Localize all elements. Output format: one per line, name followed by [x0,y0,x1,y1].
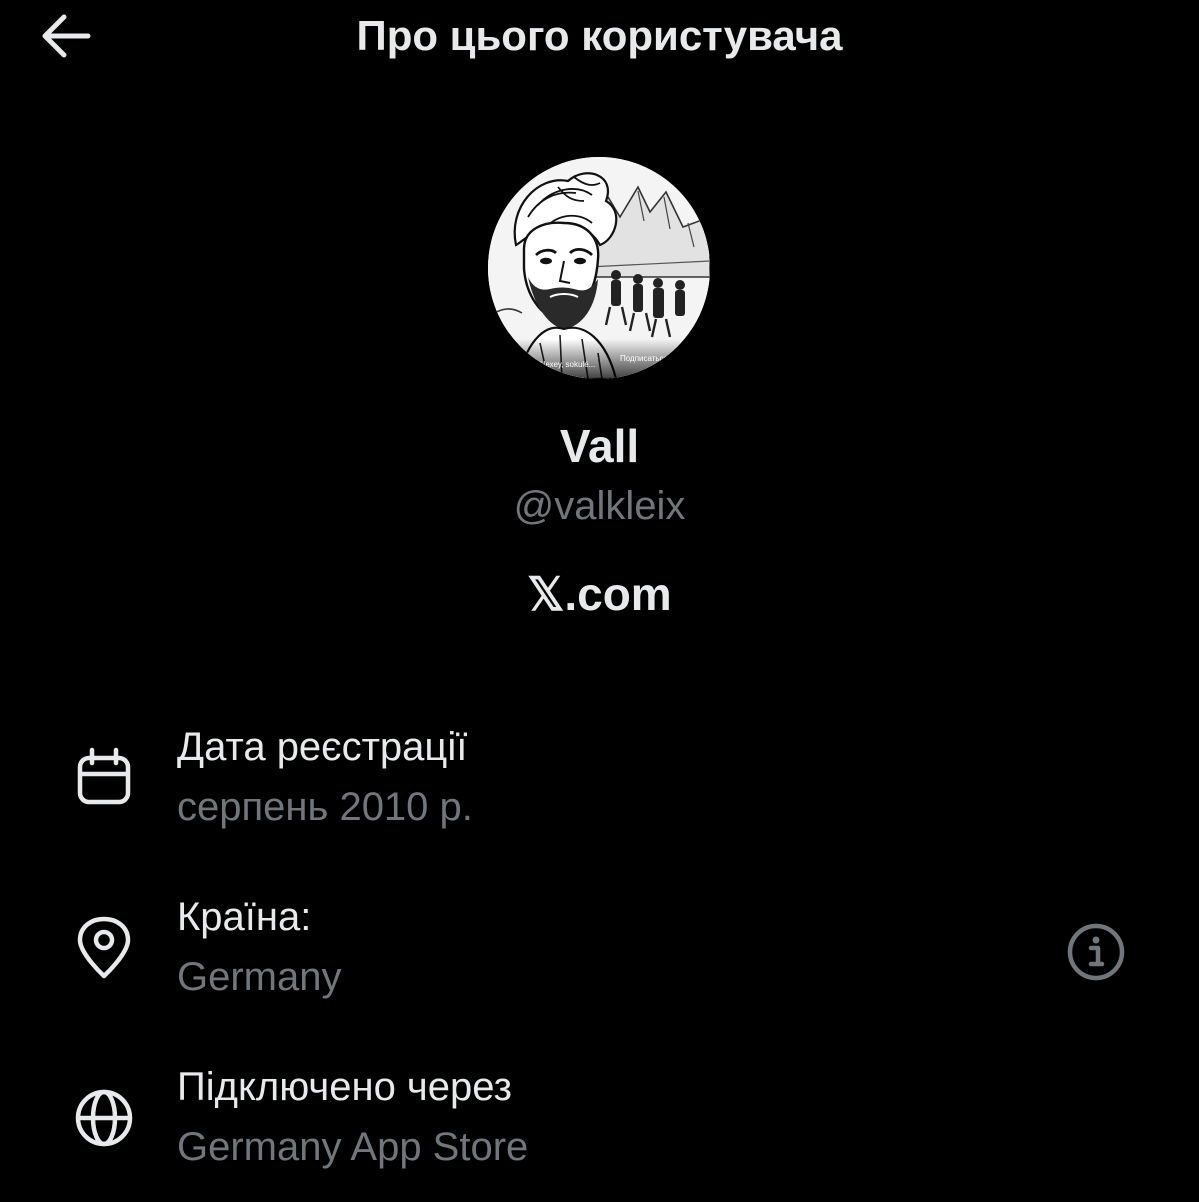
globe-icon [72,1086,136,1150]
joined-row: Дата реєстрації серпень 2010 р. [0,722,1199,862]
connected-via-row: Підключено через Germany App Store [0,1062,1199,1202]
country-label: Країна: [177,895,312,939]
country-info-button[interactable] [1064,920,1128,984]
top-bar: Про цього користувача [0,0,1199,72]
connected-via-label: Підключено через [177,1065,512,1109]
display-name: Vall [559,420,640,472]
joined-value: серпень 2010 р. [177,785,473,829]
source-site: 𝕏.com [527,568,672,620]
joined-label: Дата реєстрації [177,725,468,769]
country-row: Країна: Germany [0,892,1199,1032]
username-handle: @valkleix [513,484,686,528]
country-value: Germany [177,955,342,999]
avatar[interactable]: Чехеу, sokulé... Подписаться [488,157,710,379]
avatar-caption-right: Подписаться [620,354,668,363]
info-icon [1067,923,1125,981]
page-title: Про цього користувача [356,12,843,59]
connected-via-value: Germany App Store [177,1125,529,1169]
location-pin-icon [72,916,136,980]
avatar-illustration: Чехеу, sokulé... Подписаться [488,157,710,379]
avatar-caption-left: Чехеу, sokulé... [540,360,595,369]
calendar-icon [72,745,136,809]
